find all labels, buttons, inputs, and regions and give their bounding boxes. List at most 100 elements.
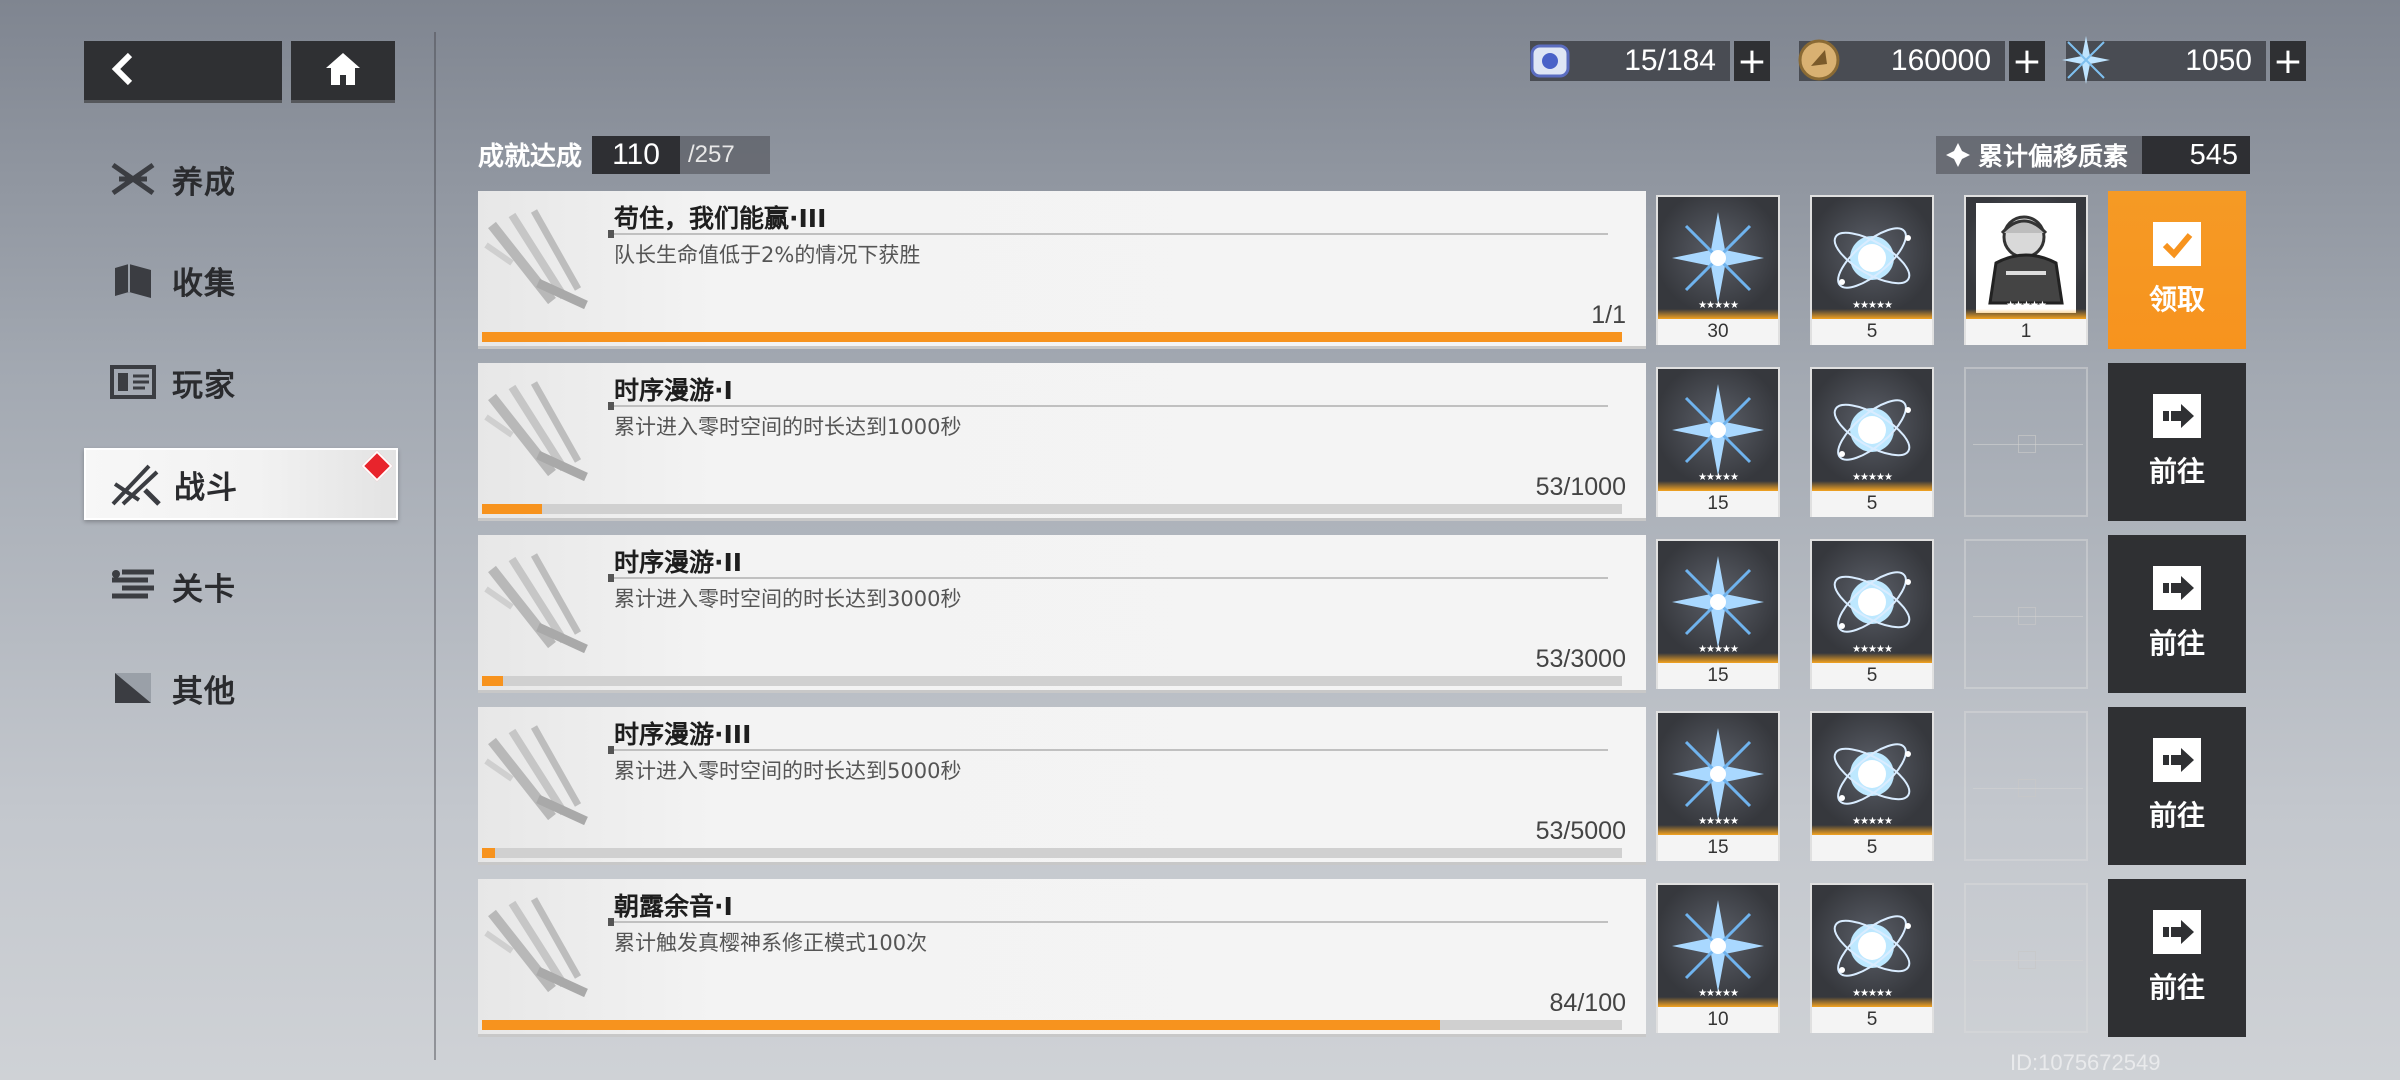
reward-stars: ★★★★★ <box>1852 988 1893 999</box>
accumulated-quality-value: 545 <box>2142 136 2251 174</box>
notification-badge <box>361 450 393 482</box>
other-icon <box>106 666 160 710</box>
reward-quantity: 10 <box>1658 1007 1778 1033</box>
achievement-emblem-icon <box>482 549 594 661</box>
sidebar-item-stage[interactable]: 关卡 <box>84 550 398 622</box>
reward-item[interactable]: ★★★★★ 15 <box>1656 367 1780 517</box>
reward-item[interactable]: ★★★★★ 30 <box>1656 195 1780 345</box>
achievement-title: 朝露余音·I <box>614 892 733 921</box>
achievement-row: 时序漫游·I 累计进入零时空间的时长达到1000秒 53/1000 ★★★★★ … <box>478 363 2246 521</box>
sidebar-item-player[interactable]: 玩家 <box>84 346 398 418</box>
reward-quantity: 30 <box>1658 319 1778 345</box>
reward-quantity: 5 <box>1812 1007 1932 1033</box>
achievement-progress-text: 53/3000 <box>1535 645 1626 673</box>
currency-stamina: 15/184 + <box>1530 38 1770 84</box>
sidebar-item-label: 收集 <box>172 265 236 302</box>
achievement-title: 时序漫游·III <box>614 720 752 749</box>
reward-stars: ★★★★★ <box>1698 472 1739 483</box>
sidebar-item-cultivate[interactable]: 养成 <box>84 143 398 215</box>
reward-item[interactable]: ★★★★★ 15 <box>1656 539 1780 689</box>
reward-stars: ★★★★★ <box>1852 300 1893 311</box>
reward-quantity: 5 <box>1812 319 1932 345</box>
reward-slot-empty <box>1964 539 2088 689</box>
go-arrow-icon <box>2153 566 2201 610</box>
achievement-progress-text: 1/1 <box>1591 301 1626 329</box>
user-id: ID:1075672549 <box>2010 1050 2161 1075</box>
reward-item[interactable]: ★★★★★ 1 <box>1964 195 2088 345</box>
achievement-description: 累计进入零时空间的时长达到5000秒 <box>614 759 962 783</box>
placeholder-mark <box>1973 779 2083 797</box>
reward-item[interactable]: ★★★★★ 5 <box>1810 711 1934 861</box>
reward-item[interactable]: ★★★★★ 10 <box>1656 883 1780 1033</box>
achievement-count-label: 成就达成 <box>478 142 583 172</box>
home-icon <box>324 51 362 91</box>
reward-item[interactable]: ★★★★★ 5 <box>1810 883 1934 1033</box>
reward-stars: ★★★★★ <box>2006 300 2047 311</box>
reward-item[interactable]: ★★★★★ 5 <box>1810 539 1934 689</box>
accumulated-quality: 累计偏移质素 545 <box>1936 136 2251 174</box>
go-button[interactable]: 前往 <box>2108 707 2246 865</box>
title-underline <box>608 918 1608 926</box>
achievement-panel: 朝露余音·I 累计触发真樱神系修正模式100次 84/100 <box>478 879 1646 1037</box>
achievement-panel: 苟住，我们能赢·III 队长生命值低于2%的情况下获胜 1/1 <box>478 191 1646 349</box>
reward-stars: ★★★★★ <box>1852 472 1893 483</box>
reward-quantity: 15 <box>1658 835 1778 861</box>
player-icon <box>106 360 160 404</box>
home-button[interactable] <box>291 41 395 103</box>
placeholder-mark <box>1973 435 2083 453</box>
add-coin-button[interactable]: + <box>2009 41 2045 82</box>
achievement-row: 时序漫游·III 累计进入零时空间的时长达到5000秒 53/5000 ★★★★… <box>478 707 2246 865</box>
achievement-progress-text: 53/1000 <box>1535 473 1626 501</box>
achievement-description: 累计进入零时空间的时长达到1000秒 <box>614 415 962 439</box>
go-button[interactable]: 前往 <box>2108 535 2246 693</box>
reward-item[interactable]: ★★★★★ 5 <box>1810 367 1934 517</box>
reward-item[interactable]: ★★★★★ 5 <box>1810 195 1934 345</box>
stage-icon <box>106 564 160 608</box>
achievement-title: 时序漫游·II <box>614 548 743 577</box>
stamina-icon <box>1524 34 1576 86</box>
action-label: 前往 <box>2148 627 2205 660</box>
reward-slot-empty <box>1964 883 2088 1033</box>
achievement-count: 110 /257 <box>592 136 770 174</box>
sidebar-item-other[interactable]: 其他 <box>84 652 398 724</box>
reward-slot-empty <box>1964 367 2088 517</box>
sidebar-item-label: 战斗 <box>174 469 238 506</box>
reward-item[interactable]: ★★★★★ 15 <box>1656 711 1780 861</box>
achievement-emblem-icon <box>482 377 594 489</box>
achievement-progress-text: 84/100 <box>1549 989 1626 1017</box>
progress-bar <box>482 848 1622 858</box>
sidebar-divider <box>434 32 436 1060</box>
action-label: 前往 <box>2148 799 2205 832</box>
achievement-description: 累计触发真樱神系修正模式100次 <box>614 931 928 955</box>
claim-button[interactable]: 领取 <box>2108 191 2246 349</box>
back-button[interactable] <box>84 41 282 103</box>
reward-stars: ★★★★★ <box>1698 644 1739 655</box>
progress-fill <box>482 1020 1440 1030</box>
achievement-total: /257 <box>688 141 735 168</box>
achievement-row: 朝露余音·I 累计触发真樱神系修正模式100次 84/100 ★★★★★ 10 … <box>478 879 2246 1037</box>
achievement-achieved: 110 <box>592 136 680 174</box>
sidebar-item-label: 养成 <box>172 164 236 201</box>
quality-icon <box>1946 143 1970 167</box>
achievement-row: 苟住，我们能赢·III 队长生命值低于2%的情况下获胜 1/1 ★★★★★ 30… <box>478 191 2246 349</box>
reward-stars: ★★★★★ <box>1852 644 1893 655</box>
add-crystal-button[interactable]: + <box>2270 41 2306 82</box>
title-underline <box>608 230 1608 238</box>
reward-slot-empty <box>1964 711 2088 861</box>
achievement-row: 时序漫游·II 累计进入零时空间的时长达到3000秒 53/3000 ★★★★★… <box>478 535 2246 693</box>
reward-stars: ★★★★★ <box>1852 816 1893 827</box>
sidebar-item-battle[interactable]: 战斗 <box>84 448 398 520</box>
sidebar-item-collection[interactable]: 收集 <box>84 244 398 316</box>
back-arrow-icon <box>108 52 138 90</box>
action-label: 前往 <box>2148 455 2205 488</box>
go-arrow-icon <box>2153 738 2201 782</box>
achievement-emblem-icon <box>482 893 594 1005</box>
progress-bar <box>482 1020 1622 1030</box>
placeholder-mark <box>1973 607 2083 625</box>
reward-stars: ★★★★★ <box>1698 988 1739 999</box>
go-button[interactable]: 前往 <box>2108 363 2246 521</box>
action-label: 领取 <box>2148 283 2205 316</box>
add-stamina-button[interactable]: + <box>1734 41 1770 82</box>
go-arrow-icon <box>2153 910 2201 954</box>
go-button[interactable]: 前往 <box>2108 879 2246 1037</box>
